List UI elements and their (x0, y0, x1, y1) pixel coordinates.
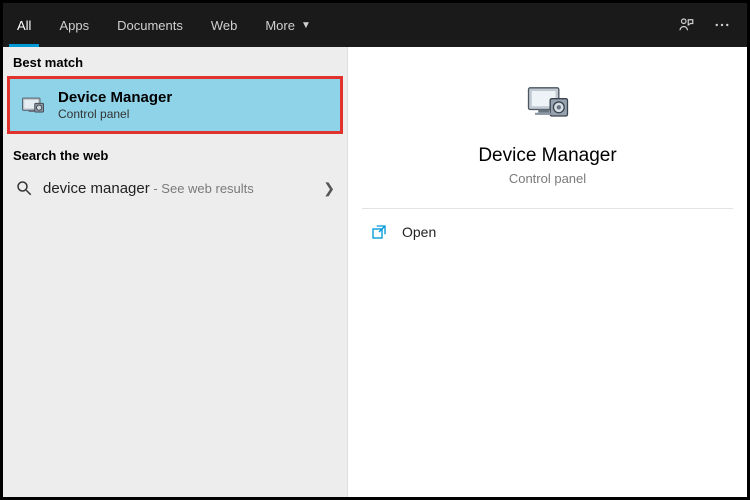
open-action[interactable]: Open (348, 209, 747, 255)
device-manager-icon (18, 90, 48, 120)
preview-header: Device Manager Control panel (348, 47, 747, 208)
best-match-result[interactable]: Device Manager Control panel (7, 76, 343, 134)
open-icon (370, 223, 388, 241)
result-subtitle: Control panel (58, 107, 172, 121)
tab-label: All (17, 18, 31, 33)
best-match-text: Device Manager Control panel (58, 89, 172, 121)
best-match-header: Best match (3, 47, 347, 76)
tab-apps[interactable]: Apps (45, 3, 103, 47)
search-window: All Apps Documents Web More ▼ Best match … (0, 0, 750, 500)
preview-subtitle: Control panel (509, 171, 586, 186)
chevron-down-icon: ▼ (301, 20, 311, 31)
tab-label: More (265, 18, 295, 33)
web-search-result[interactable]: device manager - See web results ❯ (3, 169, 347, 207)
tab-web[interactable]: Web (197, 3, 252, 47)
tab-label: Web (211, 18, 238, 33)
tab-documents[interactable]: Documents (103, 3, 197, 47)
tab-all[interactable]: All (3, 3, 45, 47)
result-title: Device Manager (58, 89, 172, 106)
search-icon (15, 179, 33, 197)
tab-more[interactable]: More ▼ (251, 3, 325, 47)
web-query: device manager (43, 180, 150, 197)
tab-label: Documents (117, 18, 183, 33)
results-panel: Best match Device Manager Control panel … (3, 47, 348, 497)
preview-title: Device Manager (478, 145, 616, 167)
top-icons (661, 3, 747, 47)
tab-label: Apps (59, 18, 89, 33)
web-hint: - See web results (150, 181, 254, 196)
search-web-header: Search the web (3, 140, 347, 169)
filter-tabs: All Apps Documents Web More ▼ (3, 3, 747, 47)
preview-panel: Device Manager Control panel Open (348, 47, 747, 497)
web-search-text: device manager - See web results (43, 180, 313, 197)
open-label: Open (402, 224, 436, 240)
more-options-icon[interactable] (713, 16, 731, 34)
device-manager-large-icon (520, 75, 576, 131)
feedback-icon[interactable] (677, 16, 695, 34)
spacer (325, 3, 661, 47)
body: Best match Device Manager Control panel … (3, 47, 747, 497)
chevron-right-icon: ❯ (323, 180, 335, 197)
